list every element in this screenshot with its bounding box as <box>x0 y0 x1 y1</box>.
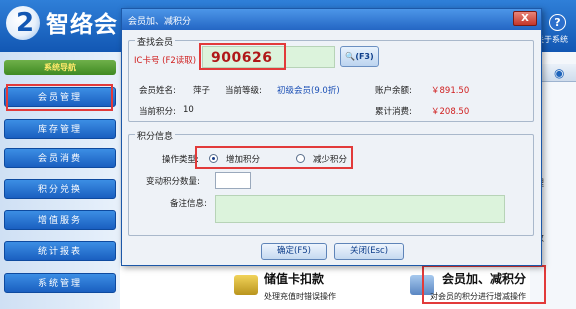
change-qty-label: 变动积分数量: <box>146 177 200 187</box>
highlight-box-ic-card <box>199 43 286 70</box>
sidebar-item-reports[interactable]: 统计报表 <box>4 241 116 261</box>
logo-mark: 2 <box>16 8 35 38</box>
total-consume-value: ￥208.50 <box>431 107 470 117</box>
dialog-close-button[interactable]: X <box>513 11 537 26</box>
confirm-button[interactable]: 确定(F5) <box>261 243 327 260</box>
member-name-label: 会员姓名: <box>139 86 176 96</box>
app-logo: 2 <box>6 6 40 40</box>
points-group-legend: 积分信息 <box>135 129 176 142</box>
dialog-title: 会员加、减积分 <box>128 17 192 27</box>
points-value: 10 <box>183 105 194 115</box>
member-name-value: 萍子 <box>193 86 211 96</box>
search-group-legend: 查找会员 <box>135 35 176 48</box>
sidebar-item-value-added[interactable]: 增值服务 <box>4 210 116 230</box>
sidebar: 系统导航 会员管理 库存管理 会员消费 积分兑换 增值服务 统计报表 系统管理 <box>0 52 120 309</box>
search-member-button[interactable]: 🔍(F3) <box>340 46 379 67</box>
highlight-box-member-management <box>6 84 113 111</box>
level-label: 当前等级: <box>225 86 262 96</box>
search-button-label: (F3) <box>355 52 374 61</box>
search-icon: 🔍 <box>345 52 356 61</box>
level-value: 初级会员(9.0折) <box>277 86 340 96</box>
sidebar-item-inventory[interactable]: 库存管理 <box>4 119 116 139</box>
balance-label: 账户余额: <box>375 86 412 96</box>
function-cards: 储值卡扣款 处理充值时错误操作 会员加、减积分 对会员的积分进行增减操作 <box>120 263 546 309</box>
highlight-box-points-card <box>422 265 546 304</box>
sidebar-item-points-exchange[interactable]: 积分兑换 <box>4 179 116 199</box>
help-icon[interactable]: ? <box>549 14 566 31</box>
card-subtitle-stored-value: 处理充值时错误操作 <box>264 292 336 301</box>
card-title-stored-value[interactable]: 储值卡扣款 <box>264 270 324 287</box>
ic-card-label: IC卡号 (F2读取) <box>134 56 197 66</box>
balance-value: ￥891.50 <box>431 86 470 96</box>
points-label: 当前积分: <box>139 107 176 117</box>
total-consume-label: 累计消费: <box>375 107 412 117</box>
op-type-label: 操作类型: <box>162 155 199 165</box>
sidebar-header: 系统导航 <box>4 60 116 75</box>
sidebar-item-system[interactable]: 系统管理 <box>4 273 116 293</box>
sidebar-item-member-consumption[interactable]: 会员消费 <box>4 148 116 168</box>
dialog-titlebar[interactable]: 会员加、减积分 X <box>122 9 541 30</box>
app-title: 智络会 <box>46 12 118 38</box>
remark-label: 备注信息: <box>170 199 207 209</box>
stored-card-icon <box>234 275 258 295</box>
highlight-box-op-type <box>195 146 353 169</box>
close-button[interactable]: 关闭(Esc) <box>334 243 404 260</box>
eye-icon[interactable]: ◉ <box>554 66 564 80</box>
remark-input[interactable] <box>215 195 505 223</box>
points-dialog: 会员加、减积分 X 查找会员 IC卡号 (F2读取) 会员姓名: 萍子 当前等级… <box>121 8 542 266</box>
change-qty-input[interactable] <box>215 172 251 189</box>
